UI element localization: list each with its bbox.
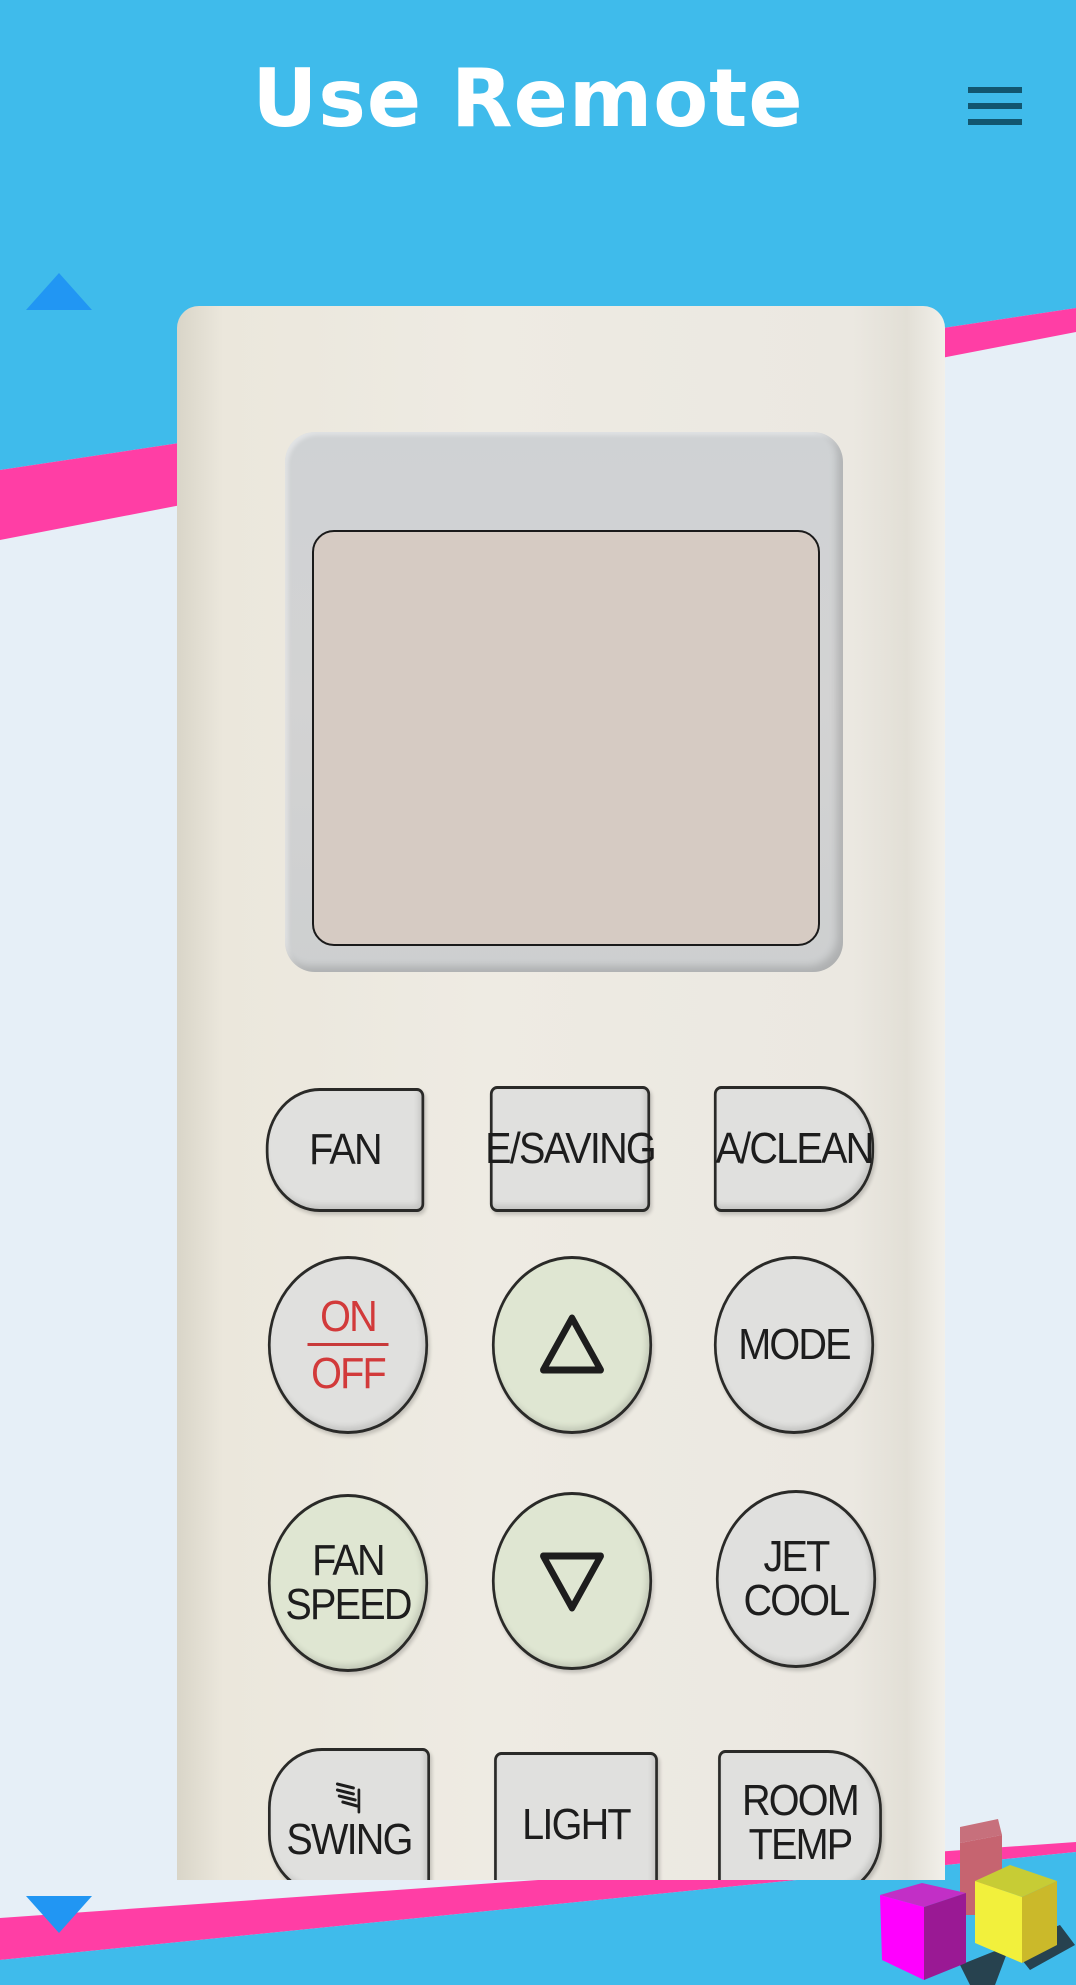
triangle-up-icon [540,1314,604,1374]
menu-bar [968,87,1022,93]
on-off-button[interactable]: ON OFF [267,1256,429,1434]
hamburger-menu-icon[interactable] [966,84,1024,128]
triangle-up-icon[interactable] [26,273,92,310]
temp-down-button[interactable] [491,1492,653,1670]
triangle-down-icon [540,1552,604,1612]
aclean-button[interactable]: A/CLEAN [713,1086,875,1212]
lcd-display [312,530,820,946]
on-off-divider [307,1342,389,1346]
fan-speed-button[interactable]: FAN SPEED [267,1494,429,1672]
room-temp-button[interactable]: ROOM TEMP [718,1750,882,1880]
swing-icon [335,1782,361,1814]
swing-button-label: SWING [286,1815,413,1864]
fan-speed-label-2: SPEED [285,1580,412,1629]
fan-button[interactable]: FAN [265,1088,425,1212]
menu-bar [968,119,1022,125]
fan-speed-label-1: FAN [312,1536,385,1585]
room-temp-label-2: TEMP [748,1820,854,1869]
aclean-button-label: A/CLEAN [715,1124,875,1173]
esaving-button-label: E/SAVING [485,1124,657,1173]
jet-cool-label-1: JET [763,1532,830,1581]
triangle-down-icon[interactable] [26,1896,92,1933]
menu-bar [968,103,1022,109]
mode-button[interactable]: MODE [713,1256,875,1434]
swing-button[interactable]: SWING [268,1748,430,1880]
light-button[interactable]: LIGHT [494,1752,658,1880]
fan-button-label: FAN [309,1125,382,1174]
room-temp-label-1: ROOM [741,1776,860,1825]
off-label: OFF [311,1348,387,1398]
page-title: Use Remote [252,52,804,145]
light-button-label: LIGHT [522,1800,631,1849]
jet-cool-label-2: COOL [743,1576,850,1625]
esaving-button[interactable]: E/SAVING [485,1086,657,1212]
cubes-logo-icon [880,1819,1075,1985]
jet-cool-button[interactable]: JET COOL [715,1490,877,1668]
temp-up-button[interactable] [491,1256,653,1434]
on-label: ON [320,1291,378,1341]
mode-button-label: MODE [738,1320,851,1369]
display-frame [285,432,843,972]
ac-remote: FAN E/SAVING A/CLEAN ON OFF MODE TEMP FA… [177,306,945,1880]
